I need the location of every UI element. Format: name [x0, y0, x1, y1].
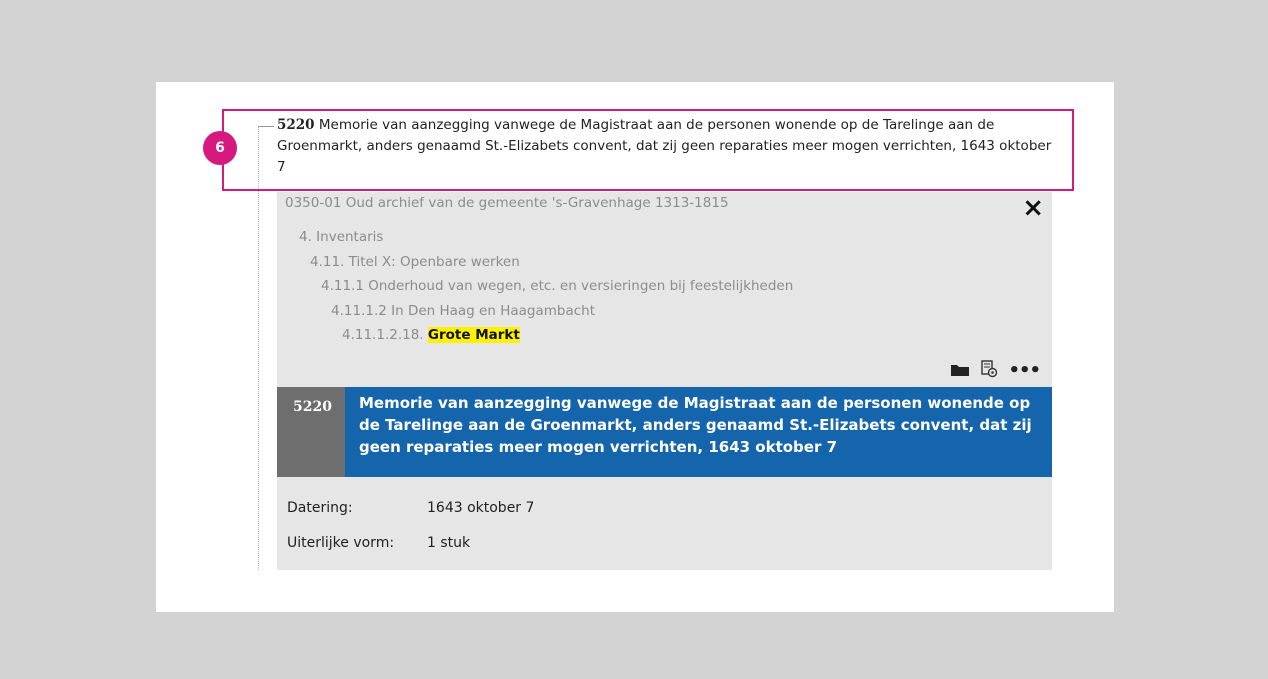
tree-item-titel-x[interactable]: 4.11. Titel X: Openbare werken	[310, 254, 520, 270]
archive-title[interactable]: 0350-01 Oud archief van de gemeente 's-G…	[285, 195, 729, 211]
tree-item-inventaris[interactable]: 4. Inventaris	[299, 229, 383, 245]
tree-item-onderhoud[interactable]: 4.11.1 Onderhoud van wegen, etc. en vers…	[321, 278, 793, 294]
uiterlijke-vorm-value: 1 stuk	[427, 535, 471, 551]
datering-value: 1643 oktober 7	[427, 500, 535, 516]
callout-box	[222, 109, 1074, 191]
action-icons: •••	[950, 360, 1041, 382]
callout-badge: 6	[203, 131, 237, 165]
tree-item-den-haag[interactable]: 4.11.1.2 In Den Haag en Haagambacht	[331, 303, 595, 319]
uiterlijke-vorm-label: Uiterlijke vorm:	[287, 535, 395, 551]
tree-item-grote-markt[interactable]: 4.11.1.2.18. Grote Markt	[342, 327, 520, 343]
close-icon[interactable]: ×	[1022, 195, 1044, 221]
folder-icon[interactable]	[950, 362, 970, 381]
detail-panel: 0350-01 Oud archief van de gemeente 's-G…	[277, 192, 1052, 570]
selected-record-title: Memorie van aanzegging vanwege de Magist…	[345, 387, 1052, 477]
more-icon[interactable]: •••	[1008, 362, 1041, 380]
tree-guide-line	[258, 126, 259, 570]
datering-label: Datering:	[287, 500, 353, 516]
selected-record-number: 5220	[277, 387, 345, 477]
selected-record-row[interactable]: 5220 Memorie van aanzegging vanwege de M…	[277, 387, 1052, 477]
highlighted-term: Grote Markt	[427, 327, 520, 343]
tree-item-prefix: 4.11.1.2.18.	[342, 327, 424, 343]
document-gear-icon[interactable]	[980, 360, 998, 382]
